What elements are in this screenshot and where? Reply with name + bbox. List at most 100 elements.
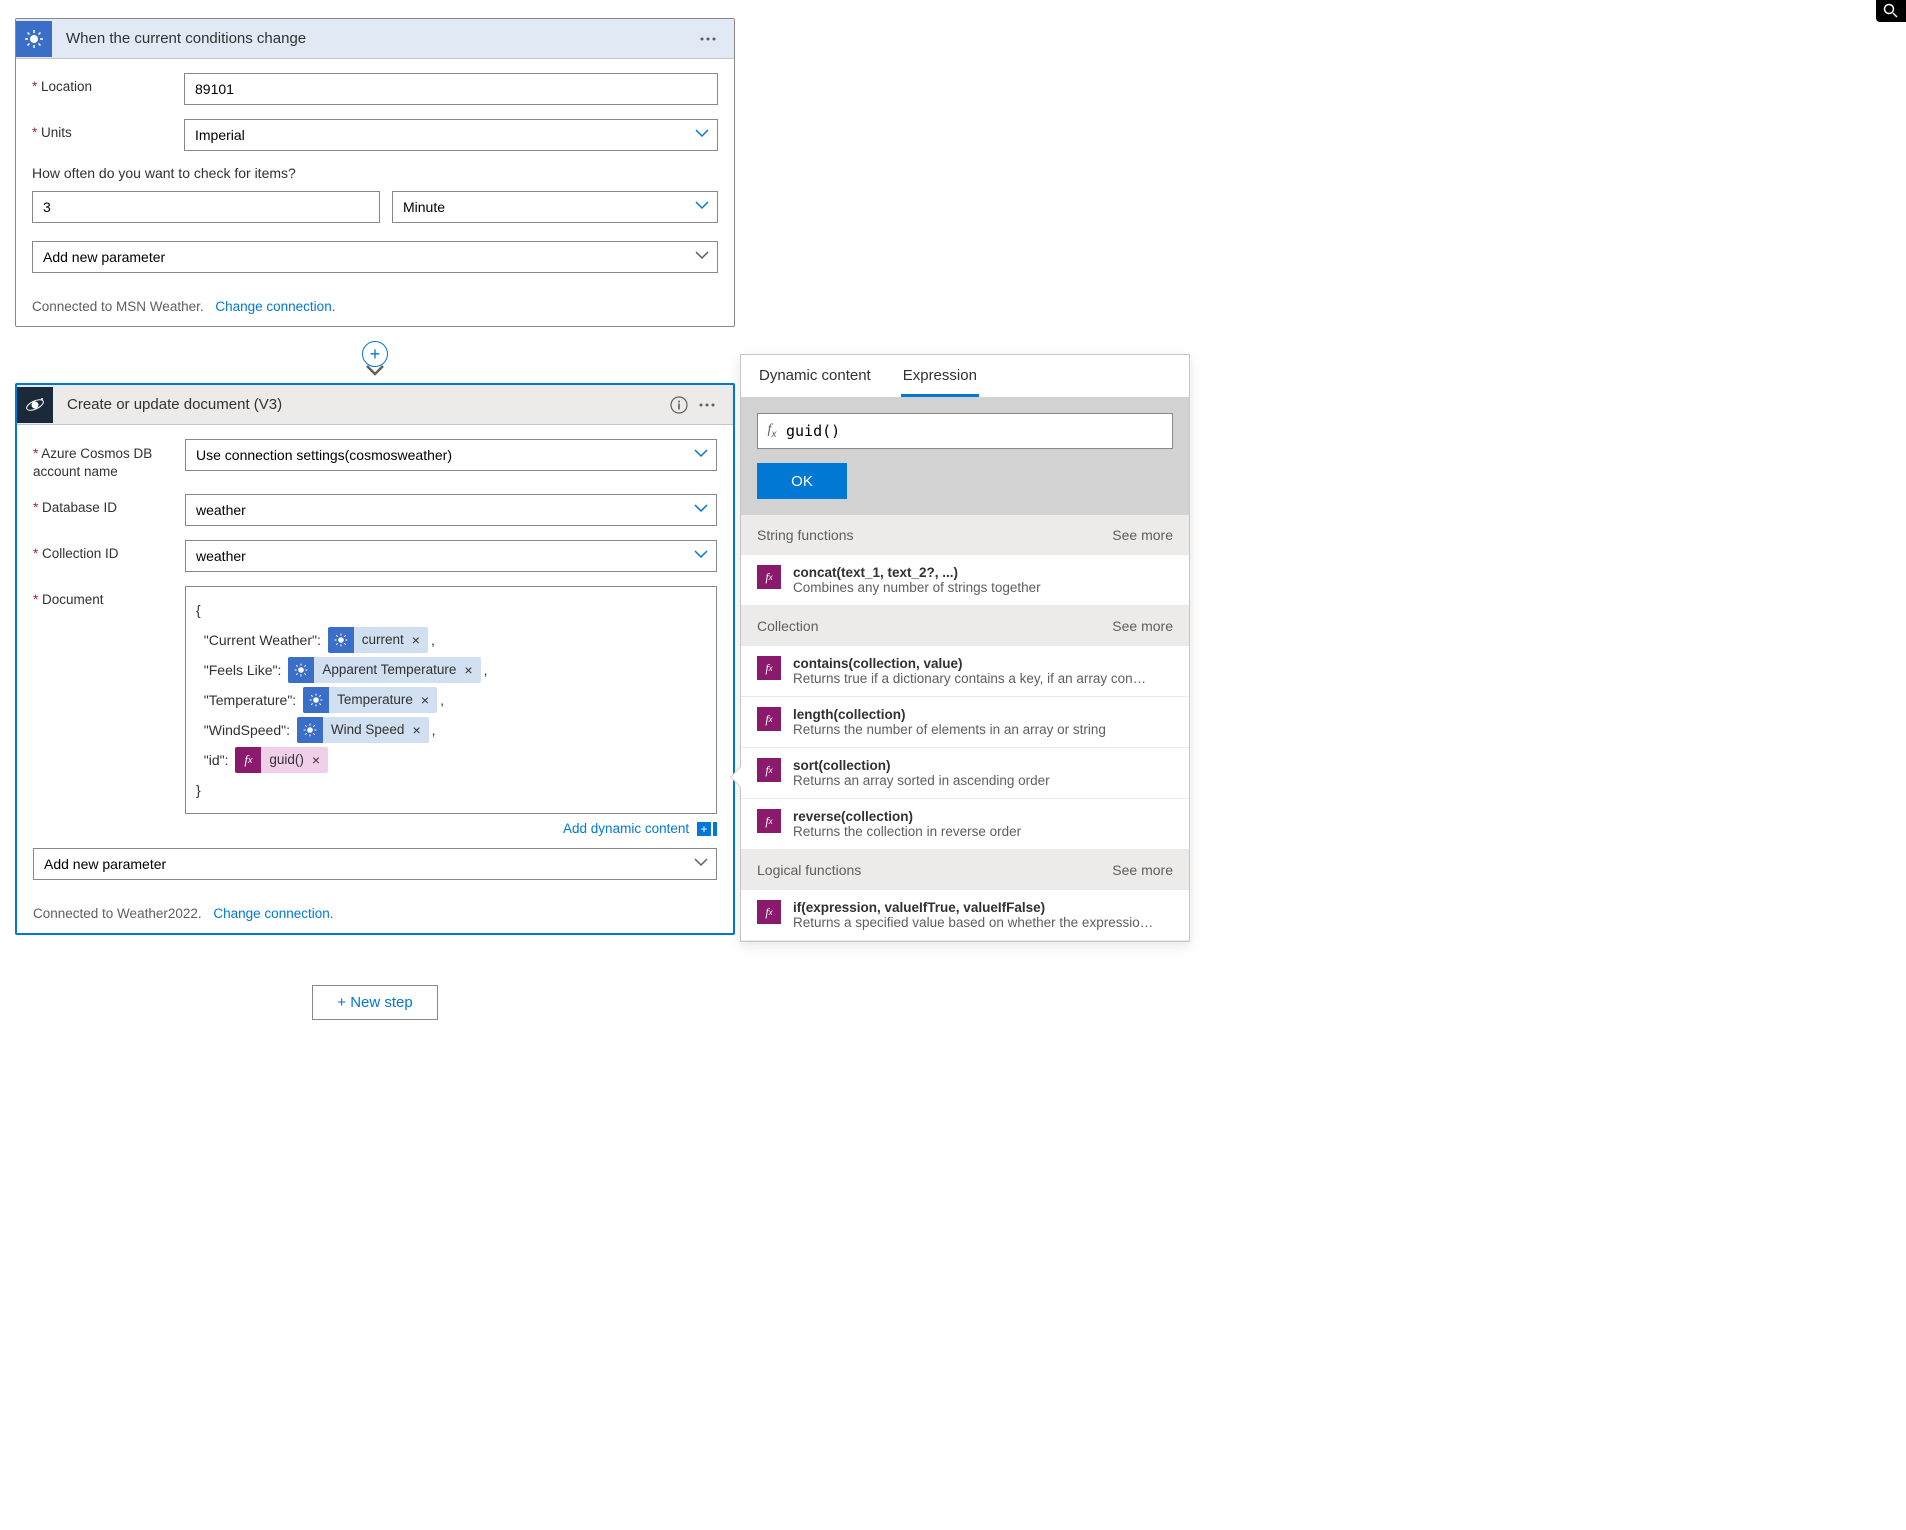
units-select[interactable] (184, 119, 718, 151)
doc-text: "Feels Like": (196, 655, 285, 685)
action-title: Create or update document (V3) (67, 396, 665, 413)
weather-icon (303, 687, 329, 713)
units-label: Units (32, 119, 184, 140)
zoom-lens-icon[interactable] (1876, 0, 1906, 22)
coll-select[interactable] (185, 540, 717, 572)
function-item[interactable]: fxsort(collection)Returns an array sorte… (741, 748, 1189, 799)
poll-interval-input[interactable] (32, 191, 380, 223)
ok-button[interactable]: OK (757, 463, 847, 499)
see-more-link[interactable]: See more (1112, 862, 1173, 878)
see-more-link[interactable]: See more (1112, 527, 1173, 543)
trigger-menu-button[interactable] (694, 25, 722, 53)
add-dynamic-content-link[interactable]: Add dynamic content (563, 821, 689, 836)
doc-text: , (431, 625, 435, 655)
function-item[interactable]: fxif(expression, valueIfTrue, valueIfFal… (741, 890, 1189, 941)
token-label: Apparent Temperature (314, 657, 462, 683)
dynamic-content-token[interactable]: Wind Speed× (297, 717, 429, 743)
token-label: guid() (261, 747, 310, 773)
db-label: Database ID (33, 494, 185, 515)
function-signature: sort(collection) (793, 758, 1173, 773)
expression-token[interactable]: fxguid()× (235, 747, 328, 773)
db-select[interactable] (185, 494, 717, 526)
dynamic-content-token[interactable]: Apparent Temperature× (288, 657, 480, 683)
function-group-header: Collection See more (741, 606, 1189, 646)
poll-question: How often do you want to check for items… (32, 165, 718, 181)
token-remove-button[interactable]: × (410, 627, 428, 653)
fx-icon: fx (757, 656, 781, 680)
function-group-name: Logical functions (757, 862, 861, 878)
function-item[interactable]: fxconcat(text_1, text_2?, ...)Combines a… (741, 555, 1189, 606)
see-more-link[interactable]: See more (1112, 618, 1173, 634)
function-group-header: Logical functions See more (741, 850, 1189, 890)
new-step-button[interactable]: + New step (312, 985, 437, 1020)
token-label: Temperature (329, 687, 419, 713)
location-input[interactable] (184, 73, 718, 105)
doc-open-brace: { (196, 595, 706, 625)
tab-expression[interactable]: Expression (901, 367, 979, 397)
fx-icon: fx (758, 422, 786, 440)
caret-icon (713, 822, 717, 836)
weather-icon (16, 21, 52, 57)
fx-icon: fx (757, 809, 781, 833)
expression-input[interactable] (786, 422, 1172, 440)
trigger-card: When the current conditions change Locat… (15, 18, 735, 327)
poll-unit-select[interactable] (392, 191, 718, 223)
token-remove-button[interactable]: × (419, 687, 437, 713)
weather-icon (288, 657, 314, 683)
function-item[interactable]: fxcontains(collection, value)Returns tru… (741, 646, 1189, 697)
doc-text: , (432, 715, 436, 745)
action-menu-button[interactable] (693, 391, 721, 419)
fx-icon: fx (757, 565, 781, 589)
function-description: Returns the number of elements in an arr… (793, 722, 1173, 737)
function-signature: if(expression, valueIfTrue, valueIfFalse… (793, 900, 1173, 915)
document-editor[interactable]: { "Current Weather": current×, "Feels Li… (185, 586, 717, 814)
trigger-title: When the current conditions change (66, 30, 694, 47)
doc-text: "Temperature": (196, 685, 300, 715)
insert-step-button[interactable]: + (362, 341, 388, 367)
doc-text: "WindSpeed": (196, 715, 294, 745)
function-signature: length(collection) (793, 707, 1173, 722)
expression-panel: Dynamic content Expression fx OK String … (740, 354, 1190, 942)
account-select[interactable] (185, 439, 717, 471)
action-card: Create or update document (V3) Azure Cos… (15, 383, 735, 935)
function-item[interactable]: fxreverse(collection)Returns the collect… (741, 799, 1189, 850)
account-label: Azure Cosmos DB account name (33, 439, 185, 480)
token-remove-button[interactable]: × (310, 747, 328, 773)
doc-label: Document (33, 586, 185, 607)
function-signature: concat(text_1, text_2?, ...) (793, 565, 1173, 580)
connector: + (15, 327, 735, 383)
dynamic-content-token[interactable]: current× (328, 627, 428, 653)
action-change-conn-link[interactable]: Change connection. (213, 906, 333, 921)
token-remove-button[interactable]: × (462, 657, 480, 683)
doc-text: "id": (196, 745, 232, 775)
doc-text: , (440, 685, 444, 715)
token-label: Wind Speed (323, 717, 411, 743)
doc-text: , (484, 655, 488, 685)
arrow-down-icon (366, 365, 384, 379)
function-group-name: Collection (757, 618, 818, 634)
tab-dynamic-content[interactable]: Dynamic content (757, 367, 873, 397)
doc-close-brace: } (196, 775, 706, 805)
action-conn-text: Connected to Weather2022. (33, 906, 202, 921)
dynamic-content-token[interactable]: Temperature× (303, 687, 437, 713)
trigger-change-conn-link[interactable]: Change connection. (215, 299, 335, 314)
plus-square-icon[interactable]: + (697, 822, 711, 836)
panel-caret-icon (731, 767, 741, 787)
trigger-header[interactable]: When the current conditions change (16, 19, 734, 59)
add-parameter-select[interactable] (32, 241, 718, 273)
action-add-parameter-select[interactable] (33, 848, 717, 880)
doc-text: "Current Weather": (196, 625, 325, 655)
token-label: current (354, 627, 410, 653)
function-group-header: String functions See more (741, 515, 1189, 555)
action-header[interactable]: Create or update document (V3) (17, 385, 733, 425)
function-item[interactable]: fx length(collection)Returns the number o… (741, 697, 1189, 748)
token-remove-button[interactable]: × (410, 717, 428, 743)
function-list[interactable]: String functions See more fx concat(text_1,… (741, 515, 1189, 941)
fx-icon: fx (757, 758, 781, 782)
weather-icon (297, 717, 323, 743)
function-signature: reverse(collection) (793, 809, 1173, 824)
fx-icon: fx (757, 707, 781, 731)
location-label: Location (32, 73, 184, 94)
function-group-name: String functions (757, 527, 854, 543)
action-info-button[interactable] (665, 391, 693, 419)
